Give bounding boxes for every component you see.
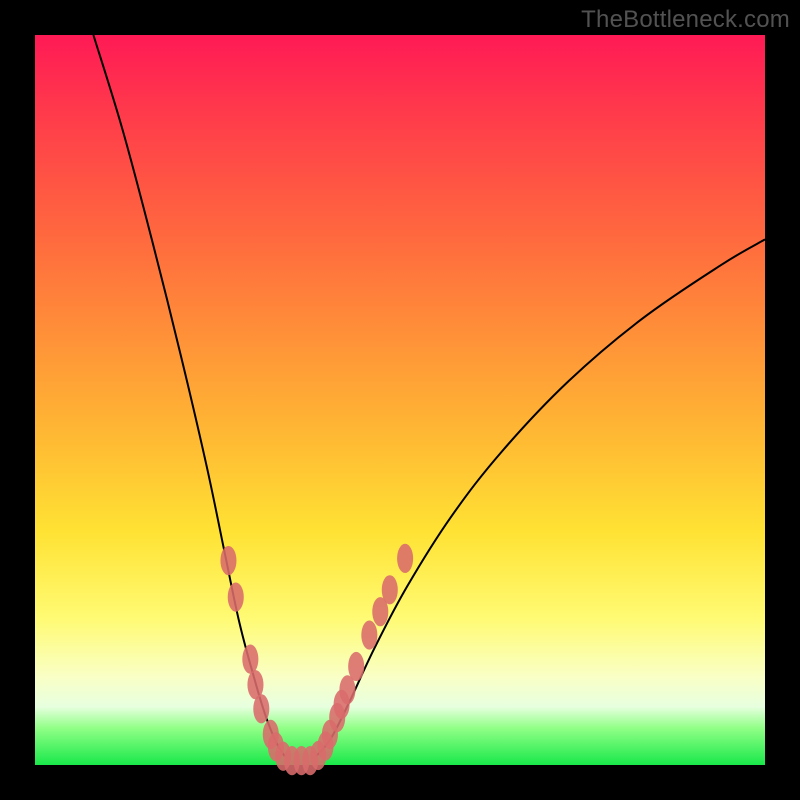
marker-17 bbox=[348, 652, 364, 681]
marker-2 bbox=[242, 645, 258, 674]
chart-stage: TheBottleneck.com bbox=[0, 0, 800, 800]
curve-svg bbox=[35, 35, 765, 765]
marker-1 bbox=[228, 583, 244, 612]
marker-0 bbox=[220, 546, 236, 575]
marker-21 bbox=[397, 544, 413, 573]
marker-18 bbox=[361, 620, 377, 649]
marker-4 bbox=[253, 694, 269, 723]
watermark-text: TheBottleneck.com bbox=[581, 6, 790, 34]
curve-curve-left bbox=[93, 35, 284, 756]
marker-20 bbox=[382, 575, 398, 604]
plot-area bbox=[35, 35, 765, 765]
curve-curve-right bbox=[316, 239, 765, 756]
